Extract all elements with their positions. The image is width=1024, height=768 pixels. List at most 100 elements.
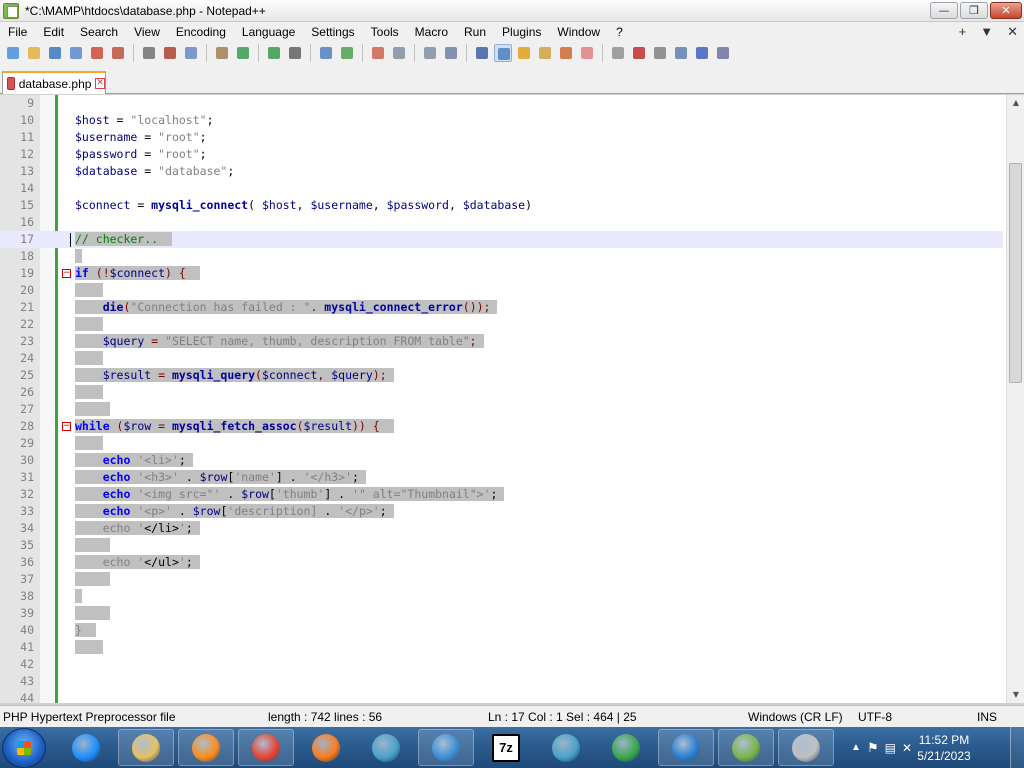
paste-icon[interactable]	[213, 44, 231, 62]
print-icon[interactable]	[140, 44, 158, 62]
network-icon[interactable]	[658, 729, 714, 766]
word-wrap-icon[interactable]	[442, 44, 460, 62]
status-encoding[interactable]: UTF-8	[858, 710, 892, 724]
save-macro-icon[interactable]	[714, 44, 732, 62]
menu-encoding[interactable]: Encoding	[168, 22, 234, 42]
tab-database-php[interactable]: database.php ✕	[2, 71, 106, 94]
scroll-up-icon[interactable]: ▲	[1007, 95, 1024, 111]
code-line[interactable]: 30 echo '<li>';	[0, 452, 1003, 469]
volume-muted-icon[interactable]: ✕	[902, 741, 912, 755]
menu-view[interactable]: View	[126, 22, 168, 42]
indent-guide-icon[interactable]	[494, 44, 512, 62]
code-line[interactable]: 20	[0, 282, 1003, 299]
menu-help[interactable]: ?	[608, 22, 631, 42]
udl-icon[interactable]	[515, 44, 533, 62]
code-line[interactable]: 40}	[0, 622, 1003, 639]
code-line[interactable]: 11 $username = "root";	[0, 129, 1003, 146]
function-list-icon[interactable]	[557, 44, 575, 62]
sync-v-icon[interactable]	[390, 44, 408, 62]
code-line[interactable]: 37	[0, 571, 1003, 588]
mysql-workbench-icon[interactable]	[358, 729, 414, 766]
code-line[interactable]: 15 $connect = mysqli_connect( $host, $use…	[0, 197, 1003, 214]
menu-macro[interactable]: Macro	[407, 22, 456, 42]
cut-icon[interactable]	[161, 44, 179, 62]
menu-window[interactable]: Window	[549, 22, 608, 42]
monitoring-icon[interactable]	[609, 44, 627, 62]
code-line[interactable]: 13 $database = "database";	[0, 163, 1003, 180]
status-mode[interactable]: INS	[977, 710, 997, 724]
code-line[interactable]: 14	[0, 180, 1003, 197]
code-line[interactable]: 38	[0, 588, 1003, 605]
notepadpp-icon[interactable]	[718, 729, 774, 766]
code-line[interactable]: 34 echo '</li>';	[0, 520, 1003, 537]
doc-map-icon[interactable]	[536, 44, 554, 62]
7zip-icon[interactable]: 7z	[478, 729, 534, 766]
close-button[interactable]: ✕	[990, 2, 1022, 19]
code-line[interactable]: 9	[0, 95, 1003, 112]
network-tray-icon[interactable]: ▤	[885, 741, 896, 755]
code-line[interactable]: 19 − if (!$connect) {	[0, 265, 1003, 282]
mysql-dolphin-icon[interactable]	[538, 729, 594, 766]
save-icon[interactable]	[46, 44, 64, 62]
firefox-icon[interactable]	[298, 729, 354, 766]
code-line[interactable]: 28 − while ($row = mysqli_fetch_assoc($res…	[0, 418, 1003, 435]
internet-explorer-icon[interactable]	[58, 729, 114, 766]
code-line[interactable]: 25 $result = mysqli_query($connect, $que…	[0, 367, 1003, 384]
find-icon[interactable]	[286, 44, 304, 62]
code-line[interactable]: 12 $password = "root";	[0, 146, 1003, 163]
start-button[interactable]	[2, 728, 46, 768]
new-file-icon[interactable]	[4, 44, 22, 62]
code-line[interactable]: 32 echo '<img src="' . $row['thumb'] . '…	[0, 486, 1003, 503]
close-all-icon[interactable]	[109, 44, 127, 62]
menu-run[interactable]: Run	[456, 22, 494, 42]
mamp-icon[interactable]	[778, 729, 834, 766]
copy-icon[interactable]	[182, 44, 200, 62]
code-line[interactable]: 42	[0, 656, 1003, 673]
play-macro-icon[interactable]	[672, 44, 690, 62]
fold-toggle-icon[interactable]: −	[62, 422, 71, 431]
code-line[interactable]: 44	[0, 690, 1003, 703]
maximize-button[interactable]: ❐	[960, 2, 988, 19]
menu-file[interactable]: File	[0, 22, 35, 42]
flag-icon[interactable]: ⚑	[867, 740, 879, 756]
code-line[interactable]: 17 // checker..	[0, 231, 1003, 248]
clock[interactable]: 11:52 PM 5/21/2023	[914, 732, 974, 764]
sync-h-icon[interactable]	[421, 44, 439, 62]
zoom-in-icon[interactable]	[338, 44, 356, 62]
open-file-icon[interactable]	[25, 44, 43, 62]
code-line[interactable]: 18	[0, 248, 1003, 265]
record-macro-icon[interactable]	[630, 44, 648, 62]
file-explorer-icon[interactable]	[118, 729, 174, 766]
save-all-icon[interactable]	[67, 44, 85, 62]
replace-icon[interactable]	[317, 44, 335, 62]
zoom-out-icon[interactable]	[369, 44, 387, 62]
chrome-icon[interactable]	[238, 729, 294, 766]
scroll-down-icon[interactable]: ▼	[1007, 687, 1024, 703]
code-line[interactable]: 33 echo '<p>' . $row['description] . '</…	[0, 503, 1003, 520]
menu-plugins[interactable]: Plugins	[494, 22, 549, 42]
undo-icon[interactable]	[234, 44, 252, 62]
run-macro-multiple-icon[interactable]	[693, 44, 711, 62]
code-line[interactable]: 29	[0, 435, 1003, 452]
close-icon[interactable]	[88, 44, 106, 62]
show-desktop-button[interactable]	[1010, 727, 1024, 768]
internet-download-icon[interactable]	[598, 729, 654, 766]
status-eol[interactable]: Windows (CR LF)	[748, 710, 843, 724]
code-line[interactable]: 22	[0, 316, 1003, 333]
code-line[interactable]: 27	[0, 401, 1003, 418]
menu-search[interactable]: Search	[72, 22, 126, 42]
code-line[interactable]: 24	[0, 350, 1003, 367]
code-line[interactable]: 23 $query = "SELECT name, thumb, descrip…	[0, 333, 1003, 350]
code-line[interactable]: 36 echo '</ul>';	[0, 554, 1003, 571]
code-line[interactable]: 26	[0, 384, 1003, 401]
notepadpp-app-icon[interactable]	[3, 2, 19, 19]
code-line[interactable]: 41	[0, 639, 1003, 656]
security-icon[interactable]	[418, 729, 474, 766]
menu-dropdown-icon[interactable]: ▼	[980, 22, 993, 42]
code-editor[interactable]: 9 10 $host = "localhost"; 11 $username = "ro…	[0, 95, 1024, 703]
menu-tools[interactable]: Tools	[363, 22, 407, 42]
code-line[interactable]: 10 $host = "localhost";	[0, 112, 1003, 129]
minimize-button[interactable]: —	[930, 2, 958, 19]
vertical-scrollbar[interactable]: ▲ ▼	[1006, 95, 1024, 703]
code-line[interactable]: 31 echo '<h3>' . $row['name'] . '</h3>';	[0, 469, 1003, 486]
